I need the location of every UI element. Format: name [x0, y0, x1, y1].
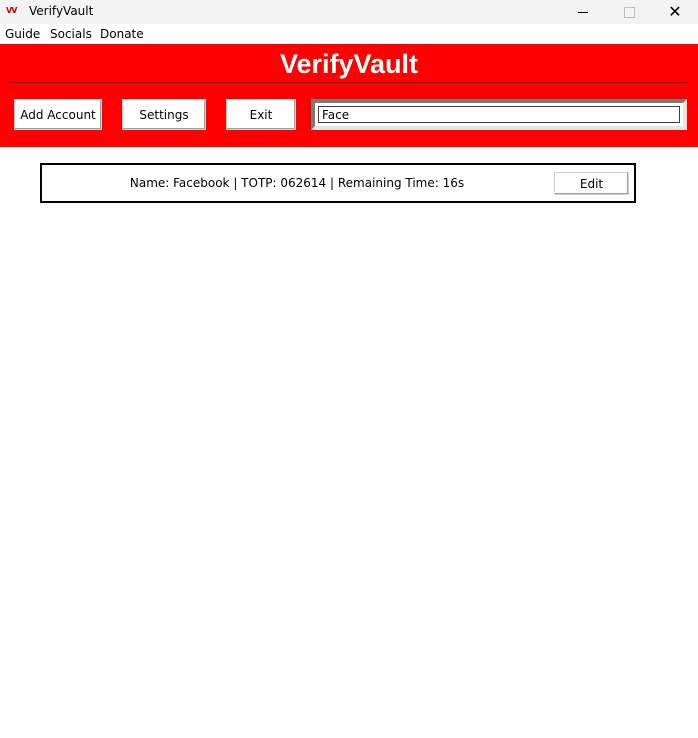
- minimize-icon: [578, 11, 588, 13]
- menu-bar: Guide Socials Donate: [0, 24, 698, 44]
- search-input[interactable]: [318, 106, 680, 123]
- header-divider: [8, 82, 688, 83]
- header-panel: VerifyVault Add Account Settings Exit: [0, 44, 698, 147]
- app-logo-icon: VV: [6, 6, 17, 15]
- menu-item-donate[interactable]: Donate: [100, 27, 144, 41]
- settings-button[interactable]: Settings: [122, 99, 206, 130]
- add-account-button[interactable]: Add Account: [14, 99, 102, 130]
- search-field-frame: [311, 99, 687, 130]
- account-card: Name: Facebook | TOTP: 062614 | Remainin…: [40, 163, 636, 203]
- menu-item-guide[interactable]: Guide: [5, 27, 40, 41]
- minimize-button[interactable]: [560, 0, 606, 24]
- account-info: Name: Facebook | TOTP: 062614 | Remainin…: [129, 176, 465, 190]
- close-icon: ✕: [668, 2, 682, 21]
- maximize-button[interactable]: [606, 0, 652, 24]
- maximize-icon: [623, 6, 635, 18]
- edit-button[interactable]: Edit: [554, 172, 629, 195]
- window-title: VerifyVault: [29, 4, 94, 18]
- app-heading: VerifyVault: [279, 49, 419, 79]
- exit-button[interactable]: Exit: [226, 99, 296, 130]
- title-bar: VV VerifyVault ✕: [0, 0, 698, 24]
- menu-item-socials[interactable]: Socials: [50, 27, 92, 41]
- close-button[interactable]: ✕: [652, 0, 698, 24]
